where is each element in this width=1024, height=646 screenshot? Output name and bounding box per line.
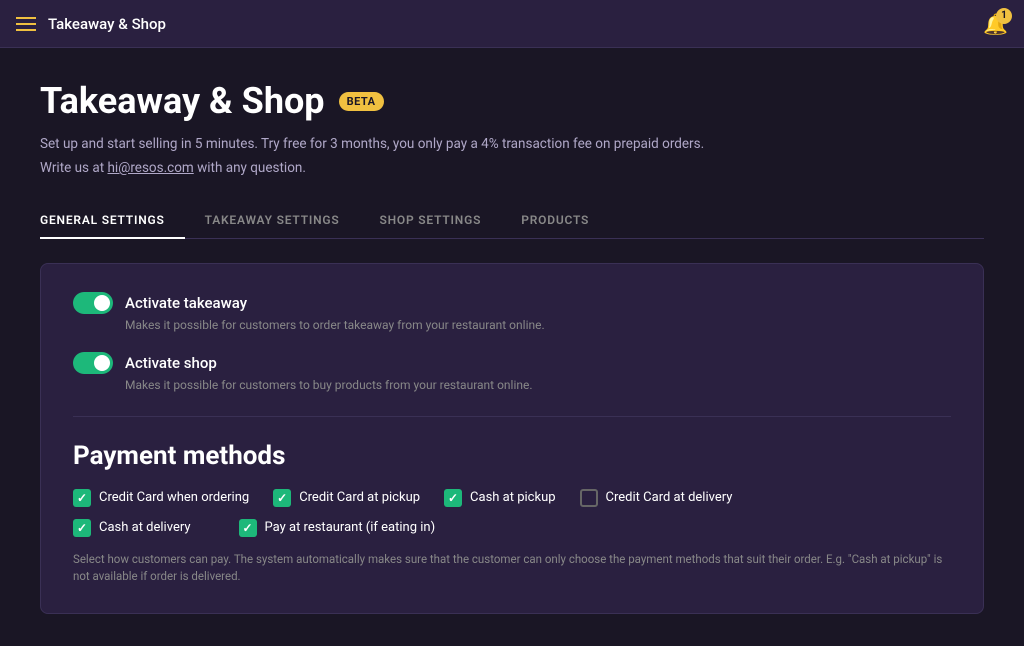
payment-method-cash-pickup[interactable]: ✓ Cash at pickup: [444, 489, 556, 507]
payment-methods-title: Payment methods: [73, 441, 951, 471]
label-cc-delivery: Credit Card at delivery: [606, 490, 733, 505]
label-pay-restaurant: Pay at restaurant (if eating in): [265, 520, 436, 535]
tab-shop-settings[interactable]: SHOP SETTINGS: [360, 203, 502, 239]
nav-title: Takeaway & Shop: [48, 15, 166, 33]
activate-shop-row: Activate shop Makes it possible for cust…: [73, 352, 951, 392]
payment-method-pay-restaurant[interactable]: ✓ Pay at restaurant (if eating in): [239, 519, 436, 537]
checkbox-cc-delivery[interactable]: [580, 489, 598, 507]
activate-takeaway-toggle[interactable]: [73, 292, 113, 314]
payment-method-cc-pickup[interactable]: ✓ Credit Card at pickup: [273, 489, 420, 507]
notification-badge: 1: [996, 8, 1012, 24]
tab-products[interactable]: PRODUCTS: [501, 203, 609, 239]
nav-right: 🔔 1: [983, 12, 1008, 36]
activate-takeaway-header: Activate takeaway: [73, 292, 951, 314]
main-content: Takeaway & Shop BETA Set up and start se…: [0, 48, 1024, 646]
activate-shop-toggle[interactable]: [73, 352, 113, 374]
payment-method-cash-delivery[interactable]: ✓ Cash at delivery ✓ Pay at restaurant (…: [73, 519, 951, 537]
page-header: Takeaway & Shop BETA: [40, 80, 984, 122]
label-cc-ordering: Credit Card when ordering: [99, 490, 249, 505]
page-subtitle-2: Write us at hi@resos.com with any questi…: [40, 158, 984, 178]
activate-takeaway-description: Makes it possible for customers to order…: [125, 318, 951, 332]
section-divider: [73, 416, 951, 417]
checkbox-cc-ordering[interactable]: ✓: [73, 489, 91, 507]
activate-shop-header: Activate shop: [73, 352, 951, 374]
nav-left: Takeaway & Shop: [16, 15, 166, 33]
activate-shop-label: Activate shop: [125, 354, 217, 372]
checkbox-cash-delivery[interactable]: ✓: [73, 519, 91, 537]
payment-methods-grid: ✓ Credit Card when ordering ✓ Credit Car…: [73, 489, 951, 537]
label-cash-delivery: Cash at delivery: [99, 520, 191, 535]
checkbox-cc-pickup[interactable]: ✓: [273, 489, 291, 507]
top-navigation: Takeaway & Shop 🔔 1: [0, 0, 1024, 48]
checkbox-cash-pickup[interactable]: ✓: [444, 489, 462, 507]
payment-method-cc-delivery[interactable]: Credit Card at delivery: [580, 489, 733, 507]
activate-shop-description: Makes it possible for customers to buy p…: [125, 378, 951, 392]
tab-takeaway-settings[interactable]: TAKEAWAY SETTINGS: [185, 203, 360, 239]
page-subtitle-1: Set up and start selling in 5 minutes. T…: [40, 134, 984, 154]
beta-badge: BETA: [339, 92, 384, 111]
checkbox-pay-restaurant[interactable]: ✓: [239, 519, 257, 537]
page-title: Takeaway & Shop: [40, 80, 325, 122]
email-link[interactable]: hi@resos.com: [108, 160, 194, 176]
settings-card: Activate takeaway Makes it possible for …: [40, 263, 984, 615]
tabs-container: GENERAL SETTINGS TAKEAWAY SETTINGS SHOP …: [40, 203, 984, 239]
activate-takeaway-row: Activate takeaway Makes it possible for …: [73, 292, 951, 332]
payment-method-cash-delivery-inner[interactable]: ✓ Cash at delivery: [73, 519, 191, 537]
payment-methods-section: Payment methods ✓ Credit Card when order…: [73, 441, 951, 586]
hamburger-menu-icon[interactable]: [16, 17, 36, 31]
label-cash-pickup: Cash at pickup: [470, 490, 556, 505]
tab-general-settings[interactable]: GENERAL SETTINGS: [40, 203, 185, 239]
activate-takeaway-label: Activate takeaway: [125, 294, 247, 312]
payment-note: Select how customers can pay. The system…: [73, 551, 951, 586]
label-cc-pickup: Credit Card at pickup: [299, 490, 420, 505]
payment-method-cc-ordering[interactable]: ✓ Credit Card when ordering: [73, 489, 249, 507]
